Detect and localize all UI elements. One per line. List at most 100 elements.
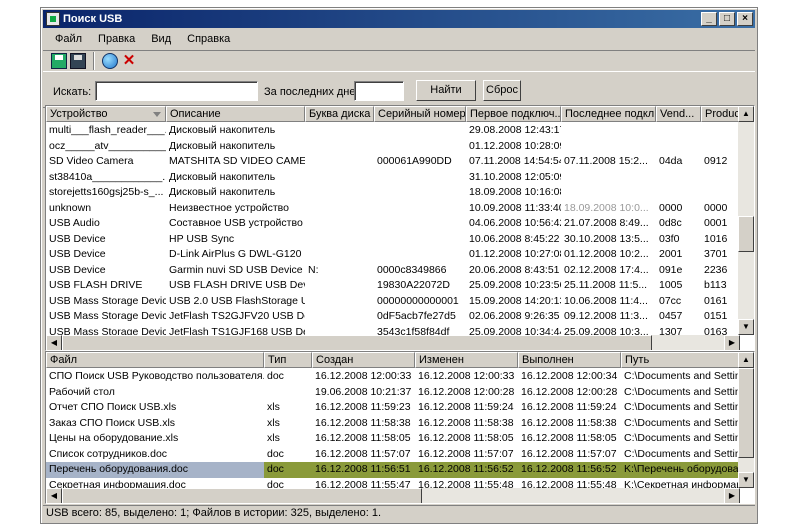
- table-cell: Список сотрудников.doc: [49, 447, 168, 460]
- save-green-icon[interactable]: [51, 53, 67, 69]
- delete-icon[interactable]: ✕: [121, 53, 137, 69]
- table-cell: 07.11.2008 15:2...: [564, 155, 648, 167]
- hscroll-thumb[interactable]: [62, 488, 422, 503]
- globe-icon[interactable]: [102, 53, 118, 69]
- find-button[interactable]: Найти: [416, 80, 476, 101]
- column-header[interactable]: Выполнен: [518, 352, 621, 368]
- table-cell: [656, 185, 701, 201]
- table-cell: Дисковый накопитель: [169, 139, 276, 152]
- table-cell: [305, 123, 374, 139]
- table-row[interactable]: unknown Неизвестное устройство 10.09.2008 …: [46, 201, 754, 217]
- column-header[interactable]: Файл: [46, 352, 264, 368]
- column-header[interactable]: Первое подключ...: [466, 106, 561, 122]
- table-row[interactable]: USB Device HP USB Sync 10.06.2008 8:45:22 3…: [46, 232, 754, 248]
- table-cell: C:\Documents and Settings\: [624, 432, 741, 444]
- save-icon[interactable]: [70, 53, 86, 69]
- column-header[interactable]: Vend...: [656, 106, 701, 122]
- menu-file[interactable]: Файл: [47, 30, 90, 48]
- minimize-button[interactable]: _: [701, 12, 717, 26]
- table-row[interactable]: USB FLASH DRIVE USB FLASH DRIVE USB Devic…: [46, 278, 754, 294]
- table-row[interactable]: USB Audio Составное USB устройство 04.06.2…: [46, 216, 754, 232]
- title-bar: Поиск USB _ □ ×: [43, 10, 755, 28]
- table-row[interactable]: СПО Поиск USB Руководство пользователя.d…: [46, 369, 741, 385]
- maximize-button[interactable]: □: [719, 12, 735, 26]
- table-cell: [305, 201, 374, 217]
- days-label: За последних дней:: [264, 86, 365, 98]
- table-cell: 21.07.2008 8:49...: [564, 217, 649, 229]
- table-cell: 16.12.2008 11:59:24: [418, 401, 514, 413]
- table-cell: ocz_____atv___________...: [49, 139, 166, 152]
- scroll-left-button[interactable]: ◀: [46, 335, 62, 350]
- column-header[interactable]: Путь: [621, 352, 741, 368]
- table-cell: 04da: [659, 155, 683, 167]
- table-row[interactable]: st38410a____________... Дисковый накопите…: [46, 170, 754, 186]
- table-row[interactable]: multi___flash_reader___... Дисковый накоп…: [46, 123, 754, 139]
- table-row[interactable]: USB Device D-Link AirPlus G DWL-G120 ... 0…: [46, 247, 754, 263]
- scroll-thumb[interactable]: [738, 368, 754, 458]
- table-cell: СПО Поиск USB Руководство пользователя.d…: [49, 370, 264, 382]
- table-cell: 19.06.2008 10:21:37: [315, 385, 412, 398]
- column-header[interactable]: Создан: [312, 352, 415, 368]
- table-cell: Garmin nuvi SD USB Device: [169, 263, 303, 276]
- close-button[interactable]: ×: [737, 12, 753, 26]
- table-cell: 0000c8349866: [377, 263, 447, 276]
- column-header[interactable]: Буква диска: [305, 106, 374, 122]
- scroll-up-button[interactable]: ▲: [738, 352, 754, 368]
- table-cell: USB Device: [49, 232, 106, 245]
- reset-button[interactable]: Сброс: [483, 80, 521, 101]
- search-label: Искать:: [53, 86, 92, 98]
- scroll-right-button[interactable]: ▶: [724, 335, 740, 350]
- table-row[interactable]: Цены на оборудование.xls xls 16.12.2008 11…: [46, 431, 741, 447]
- scroll-right-button[interactable]: ▶: [724, 488, 740, 503]
- table-cell: C:\Documents and Settings\: [624, 370, 741, 382]
- table-cell: Дисковый накопитель: [169, 170, 276, 183]
- menu-help[interactable]: Справка: [179, 30, 238, 48]
- table-row[interactable]: USB Mass Storage Device USB 2.0 USB Flash…: [46, 294, 754, 310]
- table-cell: doc: [267, 447, 284, 460]
- files-vscroll[interactable]: ▲ ▼: [738, 352, 754, 488]
- column-header[interactable]: Серийный номер: [374, 106, 466, 122]
- scroll-down-button[interactable]: ▼: [738, 472, 754, 488]
- column-header[interactable]: Устройство: [46, 106, 166, 122]
- files-hscroll[interactable]: ◀ ▶: [46, 488, 740, 503]
- column-header[interactable]: Описание: [166, 106, 305, 122]
- table-row[interactable]: USB Mass Storage Device JetFlash TS2GJFV2…: [46, 309, 754, 325]
- table-cell: xls: [267, 432, 280, 444]
- scroll-down-button[interactable]: ▼: [738, 319, 754, 335]
- table-cell: Неизвестное устройство: [169, 201, 289, 214]
- column-header[interactable]: Изменен: [415, 352, 518, 368]
- app-icon: [46, 12, 60, 26]
- devices-hscroll[interactable]: ◀ ▶: [46, 335, 740, 350]
- table-row[interactable]: ocz_____atv___________...Дисковый накопи…: [46, 139, 754, 155]
- table-cell: Рабочий стол: [49, 385, 115, 398]
- scroll-thumb[interactable]: [738, 216, 754, 252]
- table-row[interactable]: USB Device Garmin nuvi SD USB Device N: 000…: [46, 263, 754, 279]
- table-row[interactable]: Список сотрудников.doc doc 16.12.2008 11:5…: [46, 447, 741, 463]
- menu-view[interactable]: Вид: [143, 30, 179, 48]
- table-cell: 0457: [659, 310, 683, 322]
- column-header[interactable]: Тип: [264, 352, 312, 368]
- table-cell: 16.12.2008 11:58:05: [521, 432, 617, 444]
- table-cell: 02.12.2008 17:4...: [564, 263, 649, 276]
- days-input[interactable]: [354, 81, 404, 101]
- window-title: Поиск USB: [63, 13, 123, 25]
- table-row[interactable]: Перечень оборудования.doc doc 16.12.2008 1…: [46, 462, 741, 478]
- devices-vscroll[interactable]: ▲ ▼: [738, 106, 754, 335]
- table-row[interactable]: Рабочий стол 19.06.2008 10:21:37 16.12.200…: [46, 385, 741, 401]
- table-row[interactable]: storejetts160gsj25b-s_... Дисковый накопи…: [46, 185, 754, 201]
- table-cell: USB Mass Storage Device: [49, 310, 166, 322]
- scroll-left-button[interactable]: ◀: [46, 488, 62, 503]
- table-row[interactable]: SD Video Camera MATSHITA SD VIDEO CAMER..…: [46, 154, 754, 170]
- table-cell: USB FLASH DRIVE USB Device: [169, 279, 305, 291]
- table-cell: Перечень оборудования.doc: [46, 462, 264, 478]
- scroll-up-button[interactable]: ▲: [738, 106, 754, 122]
- menu-edit[interactable]: Правка: [90, 30, 143, 48]
- table-row[interactable]: Заказ СПО Поиск USB.xls xls 16.12.2008 11:…: [46, 416, 741, 432]
- column-header[interactable]: Последнее подкл...: [561, 106, 656, 122]
- table-cell: storejetts160gsj25b-s_...: [49, 186, 164, 198]
- search-input[interactable]: [95, 81, 258, 101]
- table-row[interactable]: Отчет СПО Поиск USB.xls xls 16.12.2008 11:…: [46, 400, 741, 416]
- table-cell: [374, 232, 466, 248]
- files-header: Файл Тип Создан Изменен Выполнен Путь: [46, 352, 741, 368]
- hscroll-thumb[interactable]: [62, 335, 652, 350]
